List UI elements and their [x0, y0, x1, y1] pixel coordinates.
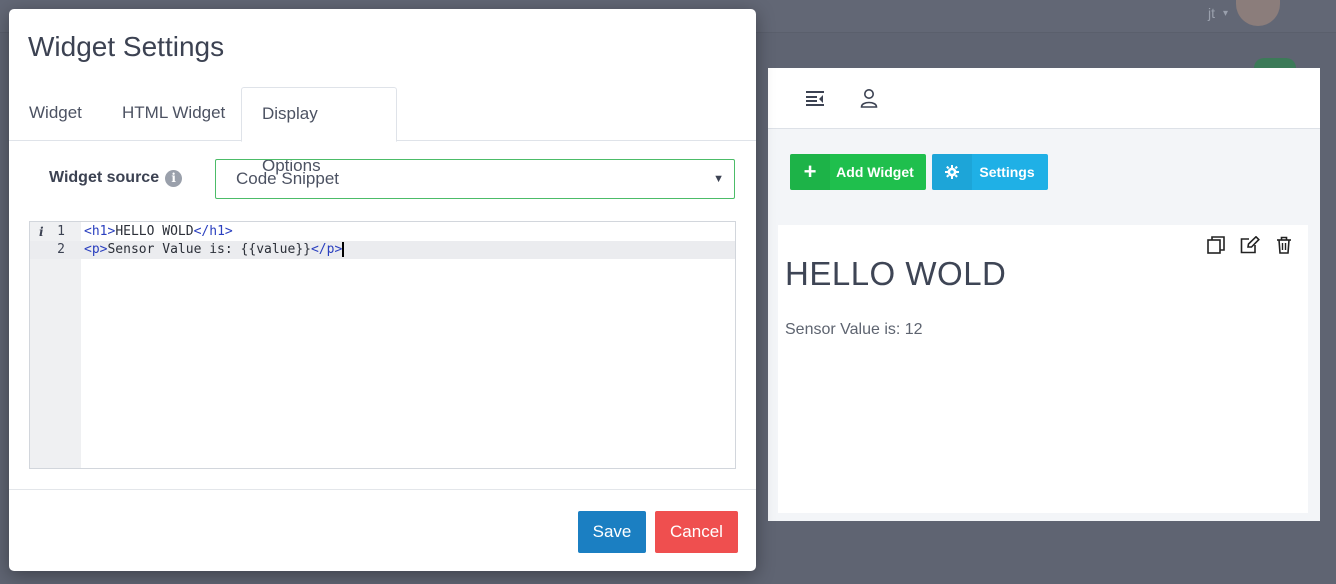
widget-preview-card: HELLO WOLD Sensor Value is: 12 — [778, 225, 1308, 513]
widget-preview-heading: HELLO WOLD — [785, 255, 1007, 292]
code-close-tag: </h1> — [193, 224, 233, 239]
chevron-down-icon: ▾ — [1223, 7, 1229, 19]
background-user-menu: jt ▾ — [1208, 0, 1281, 26]
add-widget-label: Add Widget — [836, 164, 914, 180]
code-line[interactable]: i 1 <h1>HELLO WOLD</h1> — [30, 223, 735, 241]
code-text: <h1>HELLO WOLD</h1> — [84, 223, 233, 241]
add-widget-button[interactable]: + Add Widget — [790, 154, 926, 190]
settings-button[interactable]: Settings — [932, 154, 1048, 190]
modal-footer: Save Cancel — [9, 489, 756, 571]
code-content: Sensor Value is: {{value}} — [107, 242, 311, 257]
collapse-menu-icon[interactable] — [802, 85, 828, 111]
code-close-tag: </p> — [310, 242, 343, 257]
line-number: 1 — [57, 224, 65, 239]
widget-settings-modal: Widget Settings Widget HTML Widget Displ… — [9, 9, 756, 571]
line-number: 2 — [57, 242, 65, 257]
code-text: <p>Sensor Value is: {{value}}</p> — [84, 241, 345, 259]
code-content: HELLO WOLD — [115, 224, 194, 239]
code-line-active[interactable]: 2 <p>Sensor Value is: {{value}}</p> — [30, 241, 735, 259]
widget-source-select[interactable]: Code Snippet ▼ — [215, 159, 735, 199]
save-button[interactable]: Save — [578, 511, 646, 553]
code-open-tag: <h1> — [84, 224, 116, 239]
widget-source-label-text: Widget source — [49, 169, 160, 186]
info-icon[interactable]: i — [165, 169, 183, 187]
cancel-button[interactable]: Cancel — [655, 511, 738, 553]
modal-title: Widget Settings — [28, 31, 225, 62]
modal-tabs: Widget HTML Widget Display Options — [9, 87, 756, 175]
settings-label: Settings — [979, 164, 1035, 180]
avatar — [1236, 0, 1281, 26]
dashboard-actions: + Add Widget Settings — [790, 154, 1048, 190]
user-icon[interactable] — [856, 85, 882, 111]
gear-icon — [932, 154, 972, 190]
user-initials: jt — [1208, 5, 1215, 21]
caret-down-icon: ▼ — [713, 173, 724, 185]
code-editor[interactable]: i 1 <h1>HELLO WOLD</h1> 2 <p>Sensor Valu… — [29, 221, 736, 469]
text-cursor — [342, 242, 345, 257]
dashboard-panel: + Add Widget Settings HELLO WOLD Sensor … — [768, 68, 1320, 521]
copy-icon[interactable] — [1204, 233, 1228, 257]
tab-display-options[interactable]: Display Options — [241, 87, 397, 175]
edit-icon[interactable] — [1238, 233, 1262, 257]
plus-icon: + — [790, 154, 830, 190]
widget-preview-paragraph: Sensor Value is: 12 — [785, 321, 923, 338]
tab-html-widget[interactable]: HTML Widget — [102, 87, 245, 139]
tab-widget[interactable]: Widget — [9, 87, 102, 139]
widget-card-tools — [1204, 233, 1296, 257]
widget-source-label: Widget source i — [49, 169, 183, 187]
trash-icon[interactable] — [1272, 233, 1296, 257]
widget-source-selected: Code Snippet — [236, 169, 340, 188]
dashboard-toolbar — [768, 68, 1320, 129]
code-open-tag: <p> — [84, 242, 108, 257]
